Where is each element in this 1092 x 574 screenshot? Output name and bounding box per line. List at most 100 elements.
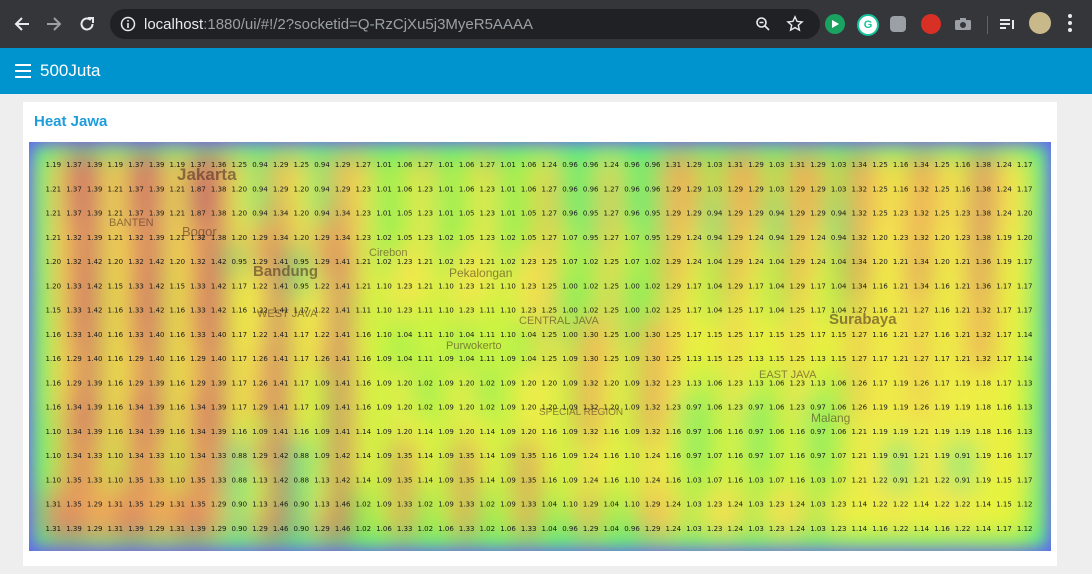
chat-extension-icon[interactable] <box>890 16 906 32</box>
heat-cell-value: 1.22 <box>893 525 909 533</box>
heat-cell-value: 1.06 <box>707 379 723 387</box>
heat-cell-value: 1.20 <box>397 404 413 412</box>
forward-arrow-icon[interactable] <box>40 10 68 38</box>
heat-cell-value: 1.09 <box>438 355 454 363</box>
heat-cell-value: 1.41 <box>335 355 351 363</box>
back-arrow-icon[interactable] <box>8 10 36 38</box>
heat-cell-value: 1.27 <box>418 161 434 169</box>
heat-cell-value: 1.19 <box>108 161 124 169</box>
info-icon[interactable] <box>120 16 136 32</box>
heat-cell-value: 1.39 <box>87 234 103 242</box>
address-bar[interactable]: localhost:1880/ui/#!/2?socketid=Q-RzCjXu… <box>110 9 820 39</box>
heat-cell-value: 1.46 <box>335 525 351 533</box>
heat-cell-value: 1.02 <box>583 307 599 315</box>
heat-cell-value: 1.23 <box>480 234 496 242</box>
heat-cell-value: 1.35 <box>190 476 206 484</box>
heat-cell-value: 1.04 <box>604 525 620 533</box>
zoom-icon[interactable] <box>755 16 771 32</box>
heat-cell-value: 1.34 <box>273 234 289 242</box>
heat-cell-value: 1.17 <box>686 331 702 339</box>
heat-cell-value: 0.97 <box>810 404 826 412</box>
heat-cell-value: 1.15 <box>831 355 847 363</box>
heat-cell-value: 1.16 <box>356 379 372 387</box>
heat-cell-value: 1.10 <box>624 501 640 509</box>
heat-cell-value: 1.07 <box>831 476 847 484</box>
heat-cell-value: 0.96 <box>624 210 640 218</box>
heat-cell-value: 1.16 <box>46 379 62 387</box>
heat-cell-value: 1.23 <box>728 379 744 387</box>
heat-cell-value: 1.42 <box>211 282 227 290</box>
heat-cell-value: 1.10 <box>376 331 392 339</box>
map-label: Purwokerto <box>446 340 502 352</box>
heat-cell-value: 1.14 <box>418 428 434 436</box>
heat-cell-value: 1.15 <box>108 282 124 290</box>
heat-cell-value: 1.25 <box>934 185 950 193</box>
heat-cell-value: 1.09 <box>500 428 516 436</box>
heat-cell-value: 1.06 <box>707 404 723 412</box>
heat-cell-value: 1.06 <box>831 428 847 436</box>
kebab-menu-icon[interactable] <box>1068 14 1072 34</box>
heat-cell-value: 1.03 <box>686 501 702 509</box>
heat-cell-value: 1.25 <box>872 185 888 193</box>
heat-cell-value: 1.04 <box>707 258 723 266</box>
hamburger-menu-icon[interactable] <box>15 64 31 78</box>
heat-cell-value: 1.29 <box>666 282 682 290</box>
camera-icon[interactable] <box>953 14 973 34</box>
heat-cell-value: 1.16 <box>170 379 186 387</box>
url-text[interactable]: localhost:1880/ui/#!/2?socketid=Q-RzCjXu… <box>144 16 533 33</box>
heat-cell-value: 1.25 <box>790 307 806 315</box>
media-queue-icon[interactable] <box>998 14 1018 34</box>
heat-cell-value: 1.02 <box>418 404 434 412</box>
heat-cell-value: 1.16 <box>46 404 62 412</box>
reload-icon[interactable] <box>73 10 101 38</box>
heat-cell-value: 1.32 <box>583 404 599 412</box>
heat-cell-value: 1.09 <box>376 428 392 436</box>
heat-cell-value: 1.39 <box>149 379 165 387</box>
heat-cell-value: 1.14 <box>1017 331 1033 339</box>
heat-cell-value: 1.38 <box>211 234 227 242</box>
heat-cell-value: 1.32 <box>66 234 82 242</box>
heat-cell-value: 1.10 <box>108 476 124 484</box>
heat-cell-value: 1.24 <box>686 234 702 242</box>
heat-cell-value: 1.29 <box>314 258 330 266</box>
heat-cell-value: 1.13 <box>252 501 268 509</box>
heat-cell-value: 1.19 <box>976 476 992 484</box>
heat-cell-value: 1.29 <box>728 185 744 193</box>
heat-cell-value: 1.13 <box>252 476 268 484</box>
heat-cell-value: 1.16 <box>996 452 1012 460</box>
heat-cell-value: 1.16 <box>356 355 372 363</box>
heat-cell-value: 1.23 <box>790 379 806 387</box>
heat-cell-value: 1.22 <box>893 501 909 509</box>
heat-cell-value: 1.29 <box>790 258 806 266</box>
heat-cell-value: 1.29 <box>748 210 764 218</box>
heat-cell-value: 1.25 <box>872 210 888 218</box>
profile-avatar[interactable] <box>1029 12 1051 34</box>
heat-cell-value: 1.38 <box>976 161 992 169</box>
heat-cell-value: 1.16 <box>666 476 682 484</box>
heat-cell-value: 1.06 <box>521 161 537 169</box>
heat-cell-value: 0.94 <box>314 185 330 193</box>
heat-cell-value: 1.19 <box>893 404 909 412</box>
heat-cell-value: 1.27 <box>914 355 930 363</box>
heat-cell-value: 0.94 <box>707 210 723 218</box>
heat-cell-value: 1.22 <box>252 307 268 315</box>
heat-cell-value: 1.04 <box>769 258 785 266</box>
heat-cell-value: 1.17 <box>1017 258 1033 266</box>
heat-cell-value: 1.36 <box>211 161 227 169</box>
heat-cell-value: 1.14 <box>976 501 992 509</box>
heat-cell-value: 1.29 <box>666 210 682 218</box>
heat-cell-value: 1.04 <box>707 282 723 290</box>
play-extension-icon[interactable] <box>825 14 845 34</box>
heat-cell-value: 1.16 <box>604 476 620 484</box>
heat-cell-value: 1.20 <box>934 234 950 242</box>
hand-extension-icon[interactable] <box>921 14 941 34</box>
heat-cell-value: 1.41 <box>273 404 289 412</box>
heat-cell-value: 1.09 <box>376 379 392 387</box>
bookmark-star-icon[interactable] <box>786 15 804 33</box>
heat-cell-value: 1.29 <box>790 185 806 193</box>
heat-cell-value: 1.29 <box>686 185 702 193</box>
heat-cell-value: 1.09 <box>438 452 454 460</box>
grammarly-extension-icon[interactable]: G <box>857 14 879 36</box>
heat-cell-value: 1.09 <box>562 476 578 484</box>
heat-cell-value: 1.23 <box>459 307 475 315</box>
